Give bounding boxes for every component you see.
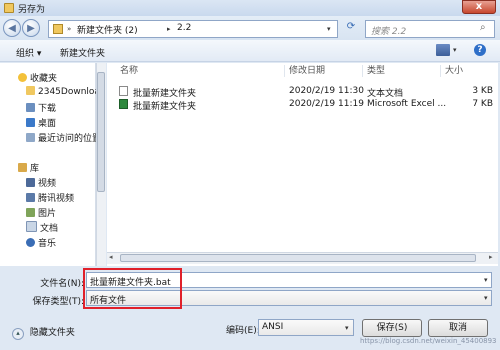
table-row[interactable]: 批量新建文件夹 2020/2/19 11:19 Microsoft Excel … — [107, 97, 495, 112]
chevron-down-icon[interactable]: ▾ — [484, 294, 488, 302]
file-type: Microsoft Excel ... — [367, 99, 447, 109]
nav-item-label: 腾讯视频 — [38, 194, 75, 204]
column-separator[interactable] — [284, 65, 285, 77]
chevron-down-icon[interactable]: ▾ — [484, 276, 488, 284]
file-size: 3 KB — [472, 86, 493, 96]
nav-item-recent[interactable]: 最近访问的位置 — [26, 131, 101, 144]
nav-favorites-label: 收藏夹 — [30, 74, 58, 84]
column-header-size[interactable]: 大小 — [445, 63, 463, 79]
help-icon[interactable]: ? — [474, 44, 486, 56]
encoding-label: 编码(E): — [226, 326, 260, 336]
star-icon — [18, 73, 27, 82]
title-bar — [0, 0, 500, 16]
nav-libraries-label: 库 — [30, 164, 40, 174]
encoding-select[interactable]: ANSI ▾ — [258, 319, 354, 336]
nav-item-pictures[interactable]: 图片 — [26, 206, 56, 219]
recent-places-icon — [26, 133, 35, 142]
nav-item-label: 音乐 — [38, 239, 57, 249]
save-button[interactable]: 保存(S) — [362, 319, 422, 337]
forward-arrow-icon: ▶ — [27, 23, 35, 34]
savetype-label: 保存类型(T): — [32, 297, 84, 307]
filename-label: 文件名(N): — [40, 279, 84, 289]
hide-folders-toggle[interactable]: ▴ 隐藏文件夹 — [12, 325, 75, 340]
picture-icon — [26, 208, 35, 217]
nav-item-label: 视频 — [38, 179, 57, 189]
notepad-icon — [4, 3, 14, 13]
file-name: 批量新建文件夹 — [133, 102, 197, 112]
refresh-icon[interactable]: ⟳ — [342, 21, 360, 37]
scroll-left-icon[interactable]: ◂ — [109, 253, 113, 261]
download-folder-icon — [26, 103, 35, 112]
nav-scrollbar-thumb[interactable] — [97, 72, 105, 192]
close-button[interactable]: x — [462, 0, 496, 14]
nav-item-tencent-video[interactable]: 腾讯视频 — [26, 191, 74, 204]
file-size: 7 KB — [472, 99, 493, 109]
column-header-date[interactable]: 修改日期 — [289, 63, 325, 79]
nav-item-2345downloads[interactable]: 2345Download — [26, 86, 106, 97]
encoding-value: ANSI — [262, 322, 284, 332]
breadcrumb-item[interactable]: 新建文件夹 (2) — [77, 23, 138, 36]
nav-item-downloads[interactable]: 下载 — [26, 101, 56, 114]
text-file-icon — [119, 86, 128, 96]
desktop-icon — [26, 118, 35, 127]
window-title: 另存为 — [18, 5, 46, 15]
hide-folders-label: 隐藏文件夹 — [29, 328, 75, 338]
highlight-box — [83, 268, 182, 309]
nav-favorites[interactable]: 收藏夹 — [18, 71, 57, 84]
column-separator[interactable] — [362, 65, 363, 77]
video-icon — [26, 178, 35, 187]
search-icon[interactable]: ⌕ — [480, 22, 486, 33]
view-options-icon[interactable] — [436, 44, 450, 56]
chevron-down-icon[interactable]: ▾ — [345, 324, 349, 332]
nav-item-label: 文档 — [40, 224, 59, 234]
cancel-button[interactable]: 取消 — [428, 319, 488, 337]
video-icon — [26, 193, 35, 202]
nav-item-documents[interactable]: 文档 — [26, 221, 58, 234]
organize-button[interactable]: 组织 ▾ — [16, 46, 41, 59]
chevron-down-icon[interactable]: ▾ — [327, 25, 331, 33]
watermark: https://blog.csdn.net/weixin_45400893 — [360, 337, 497, 345]
forward-button[interactable]: ▶ — [22, 19, 40, 37]
column-separator[interactable] — [440, 65, 441, 77]
music-icon — [26, 238, 35, 247]
document-icon — [26, 221, 37, 232]
excel-file-icon — [119, 99, 128, 109]
nav-item-label: 最近访问的位置 — [38, 134, 102, 144]
nav-libraries[interactable]: 库 — [18, 161, 39, 174]
column-header-type[interactable]: 类型 — [367, 63, 385, 79]
back-button[interactable]: ◀ — [3, 19, 21, 37]
new-folder-button[interactable]: 新建文件夹 — [60, 46, 105, 59]
nav-item-label: 桌面 — [38, 119, 57, 129]
nav-item-music[interactable]: 音乐 — [26, 236, 56, 249]
file-date: 2020/2/19 11:19 — [289, 99, 364, 109]
table-row[interactable]: 批量新建文件夹 2020/2/19 11:30 文本文档 3 KB — [107, 84, 495, 99]
back-arrow-icon: ◀ — [8, 23, 16, 34]
search-input[interactable]: 搜索 2.2 ⌕ — [365, 20, 495, 38]
chevron-down-icon[interactable]: ▾ — [453, 46, 457, 54]
file-date: 2020/2/19 11:30 — [289, 86, 364, 96]
scroll-right-icon[interactable]: ▸ — [489, 253, 493, 261]
breadcrumb-item[interactable]: 2.2 — [177, 23, 191, 33]
address-bar[interactable]: » 新建文件夹 (2) ▸ 2.2 ▾ — [48, 20, 338, 38]
nav-item-label: 下载 — [38, 104, 57, 114]
column-header-name[interactable]: 名称 — [120, 63, 138, 79]
chevron-right-icon: ▸ — [167, 25, 171, 33]
nav-item-label: 图片 — [38, 209, 57, 219]
search-placeholder: 搜索 2.2 — [371, 27, 407, 37]
chevron-right-icon: » — [67, 25, 72, 33]
collapse-icon: ▴ — [12, 328, 24, 340]
library-icon — [18, 163, 27, 172]
folder-icon — [53, 24, 63, 34]
hscrollbar-thumb[interactable] — [120, 254, 476, 262]
nav-item-videos[interactable]: 视频 — [26, 176, 56, 189]
nav-item-desktop[interactable]: 桌面 — [26, 116, 56, 129]
folder-icon — [26, 86, 35, 95]
